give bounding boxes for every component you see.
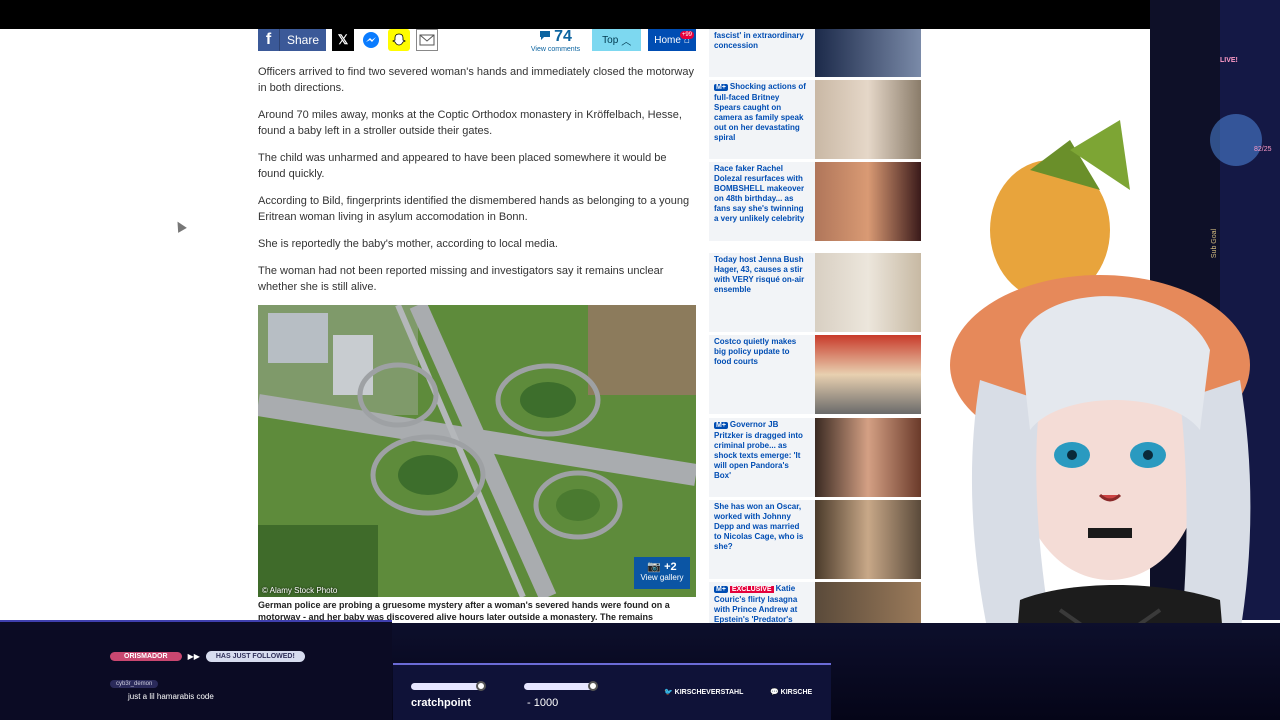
hud-panel xyxy=(393,663,831,720)
comment-count: 74 xyxy=(554,27,572,45)
article-paragraph: Around 70 miles away, monks at the Copti… xyxy=(258,109,682,137)
facebook-share-label: Share xyxy=(287,33,320,47)
sidebar-story-thumbnail xyxy=(815,582,921,623)
sidebar-story-text: She has won an Oscar, worked with Johnny… xyxy=(714,502,804,551)
goal-count: 82/25 xyxy=(1254,146,1272,153)
mouse-cursor xyxy=(173,219,187,233)
sidebar-story-thumbnail xyxy=(815,162,921,241)
follow-event: HAS JUST FOLLOWED! xyxy=(205,651,305,662)
sidebar-story[interactable]: Today host Jenna Bush Hager, 43, causes … xyxy=(709,253,921,332)
mplus-badge: M+ xyxy=(714,84,728,91)
sidebar-story[interactable]: She has won an Oscar, worked with Johnny… xyxy=(709,500,921,579)
view-gallery-button[interactable]: 📷 +2 View gallery xyxy=(634,557,690,589)
chat-username: cyb3r_demon xyxy=(110,680,159,688)
home-label: Home xyxy=(654,34,681,46)
hud-number: - 1000 xyxy=(527,697,559,709)
snapchat-icon[interactable] xyxy=(388,29,411,51)
facebook-icon: f xyxy=(258,29,280,51)
discord-handle: 💬 KIRSCHE xyxy=(770,688,812,696)
chat-box xyxy=(0,620,392,720)
sidebar-story[interactable]: M+ EXCLUSIVE Katie Couric's flirty lasagna… xyxy=(709,582,921,623)
article-paragraph: Officers arrived to find two severed wom… xyxy=(258,66,694,94)
slider-knob-left xyxy=(476,681,486,691)
sidebar-story[interactable]: Race faker Rachel Dolezal resurfaces wit… xyxy=(709,162,921,241)
slider-knob-right xyxy=(588,681,598,691)
slider-track-right xyxy=(524,683,596,690)
twitter-handle-text: KIRSCHEVERSTAHL xyxy=(674,689,744,696)
sidebar-story[interactable]: fascist' in extraordinary concession xyxy=(709,29,921,77)
home-badge: +99 xyxy=(679,31,694,39)
sidebar-stories: fascist' in extraordinary concession M+ S… xyxy=(709,29,921,623)
article-paragraph: The woman had not been reported missing … xyxy=(258,265,664,293)
sidebar-story-text: fascist' in extraordinary concession xyxy=(714,31,804,50)
sidebar-story-thumbnail xyxy=(815,500,921,579)
mplus-badge: M+ xyxy=(714,586,728,593)
sidebar-story-text: Race faker Rachel Dolezal resurfaces wit… xyxy=(714,164,805,223)
sidebar-story-thumbnail xyxy=(815,335,921,414)
top-label: Top xyxy=(602,34,619,46)
follow-alert: ORISMADOR ▶▶ HAS JUST FOLLOWED! xyxy=(110,651,305,662)
home-button[interactable]: Home ⌂ +99 xyxy=(648,29,696,51)
exclusive-badge: EXCLUSIVE xyxy=(729,586,774,593)
follower-name: ORISMADOR xyxy=(110,652,182,661)
sidebar-story-thumbnail xyxy=(815,418,921,497)
sidebar-story-text: Today host Jenna Bush Hager, 43, causes … xyxy=(714,255,805,294)
messenger-icon[interactable] xyxy=(360,29,383,51)
top-button[interactable]: Top ︿ xyxy=(592,29,642,51)
twitter-icon: 🐦 xyxy=(664,689,673,696)
chat-message: just a lil hamarabis code xyxy=(128,692,214,701)
sidebar-story-text: Governor JB Pritzker is dragged into cri… xyxy=(714,420,803,480)
article-paragraph: According to Bild, fingerprints identifi… xyxy=(258,195,690,223)
sidebar-story-text: Costco quietly makes big policy update t… xyxy=(714,337,797,366)
arrow-icon: ▶▶ xyxy=(187,652,200,661)
photo-credit: © Alamy Stock Photo xyxy=(262,586,338,595)
sidebar-story[interactable]: Costco quietly makes big policy update t… xyxy=(709,335,921,414)
chevron-up-icon: ︿ xyxy=(621,36,632,48)
hud-number-value: 1000 xyxy=(533,697,559,709)
vtuber-avatar xyxy=(920,0,1280,720)
sidebar-story-thumbnail xyxy=(815,253,921,332)
gallery-count: +2 xyxy=(664,561,677,573)
x-twitter-icon[interactable]: 𝕏 xyxy=(332,29,355,51)
article-paragraph: The child was unharmed and appeared to h… xyxy=(258,152,667,180)
comment-bubble-icon xyxy=(539,28,551,46)
slider-track-left xyxy=(411,683,483,690)
goal-label: Sub Goal xyxy=(1211,228,1219,259)
article-body: Officers arrived to find two severed wom… xyxy=(258,64,696,306)
sidebar-story[interactable]: M+ Governor JB Pritzker is dragged into c… xyxy=(709,418,921,497)
hud-scroll-text: cratchpoint xyxy=(411,697,471,709)
gallery-label: View gallery xyxy=(640,573,684,582)
article-photo-motorway[interactable]: © Alamy Stock Photo 📷 +2 View gallery xyxy=(258,305,696,597)
view-comments-label: View comments xyxy=(530,45,581,53)
article-paragraph: She is reportedly the baby's mother, acc… xyxy=(258,238,558,250)
facebook-share-button[interactable]: f Share xyxy=(258,29,327,51)
comments-link[interactable]: 74 View comments xyxy=(531,28,580,53)
sidebar-story[interactable]: M+ Shocking actions of full-faced Britney… xyxy=(709,80,921,159)
live-label: LIVE! xyxy=(1220,57,1238,64)
sidebar-story-thumbnail xyxy=(815,29,921,77)
sidebar-story-thumbnail xyxy=(815,80,921,159)
share-bar: f Share 𝕏 74 View comments Top ︿ Home ⌂ … xyxy=(258,28,696,53)
chat-icon: 💬 xyxy=(770,689,779,696)
sidebar-story-text: Shocking actions of full-faced Britney S… xyxy=(714,82,806,142)
mplus-badge: M+ xyxy=(714,422,728,429)
discord-handle-text: KIRSCHE xyxy=(780,689,813,696)
twitter-handle: 🐦 KIRSCHEVERSTAHL xyxy=(664,688,743,696)
camera-icon: 📷 xyxy=(647,561,662,573)
email-icon[interactable] xyxy=(416,29,439,51)
